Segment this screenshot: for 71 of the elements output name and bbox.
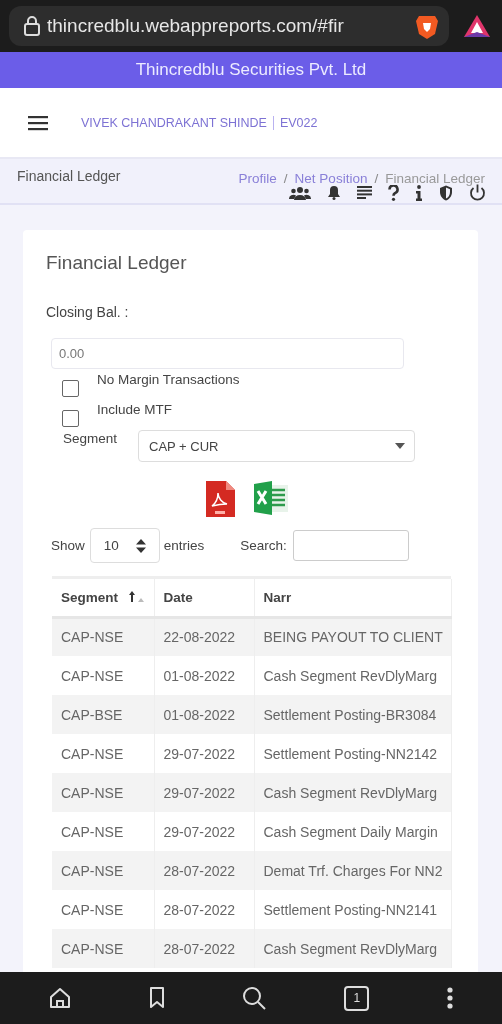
company-title: Thincredblu Securities Pvt. Ltd — [135, 60, 367, 80]
field-label: Closing Bal. : — [46, 304, 130, 320]
tab-count-button[interactable]: 1 — [344, 985, 370, 1011]
power-icon[interactable] — [469, 184, 486, 201]
table-cell: 01-08-2022 — [154, 695, 254, 734]
table-cell: 29-07-2022 — [154, 812, 254, 851]
checkbox-label: Include MTF — [97, 402, 173, 417]
show-label: Show — [51, 538, 85, 553]
checkbox-label: No Margin Transactions — [97, 372, 240, 387]
search-icon[interactable] — [242, 986, 267, 1010]
url-text: thincredblu.webappreports.com/#fir — [47, 15, 345, 37]
client-code: EV022 — [278, 115, 318, 130]
field-label: Segment — [63, 431, 119, 446]
breadcrumb-separator: / — [283, 171, 288, 186]
home-icon[interactable] — [48, 987, 71, 1009]
caret-icon — [395, 443, 405, 449]
segment-dropdown[interactable]: CAP + CUR — [138, 430, 415, 462]
page-title: Financial Ledger — [17, 168, 121, 184]
table-cell: CAP-NSE — [52, 656, 154, 695]
table-cell: CAP-NSE — [52, 851, 154, 890]
table-cell: Cash Segment RevDlyMarg — [254, 929, 451, 968]
pdf-file-icon[interactable] — [203, 480, 237, 518]
table-cell: CAP-NSE — [52, 890, 154, 929]
list-icon[interactable] — [357, 186, 372, 199]
card-title: Financial Ledger — [46, 252, 188, 274]
breadcrumb-current: Financial Ledger — [385, 171, 485, 186]
search-label: Search: — [240, 538, 287, 553]
bell-icon[interactable] — [327, 185, 341, 200]
table-cell: 28-07-2022 — [154, 929, 254, 968]
table-cell: Settlement Posting-NN2142 — [254, 734, 451, 773]
table-cell: 22-08-2022 — [154, 617, 254, 656]
more-icon[interactable] — [447, 987, 454, 1009]
help-icon[interactable] — [388, 184, 399, 201]
checkbox[interactable] — [62, 380, 79, 397]
triangle-icon[interactable] — [463, 14, 491, 38]
page-size-select[interactable]: 10 — [89, 528, 160, 563]
table-cell: Demat Trf. Charges For NN2 — [254, 851, 451, 890]
table-cell: Cash Segment RevDlyMarg — [254, 656, 451, 695]
entries-label: entries — [163, 538, 205, 553]
table-cell: CAP-NSE — [52, 617, 154, 656]
table-cell: BEING PAYOUT TO CLIENT — [254, 617, 451, 656]
shield-icon[interactable] — [439, 184, 453, 201]
spreadsheet-icon[interactable] — [253, 480, 289, 516]
table-cell: CAP-NSE — [52, 734, 154, 773]
table-cell: 01-08-2022 — [154, 656, 254, 695]
user-name: VIVEK CHANDRAKANT SHINDE — [81, 115, 274, 130]
search-field[interactable] — [292, 530, 409, 561]
table-cell: CAP-NSE — [52, 812, 154, 851]
table-cell: 29-07-2022 — [154, 773, 254, 812]
table-cell: 28-07-2022 — [154, 890, 254, 929]
table-cell: 29-07-2022 — [154, 734, 254, 773]
table-cell: 28-07-2022 — [154, 851, 254, 890]
table-cell: CAP-NSE — [52, 773, 154, 812]
table-cell: CAP-BSE — [52, 695, 154, 734]
sort-ascending-icon[interactable] — [128, 589, 144, 603]
menu-icon[interactable] — [28, 114, 48, 131]
table-cell: Cash Segment Daily Margin — [254, 812, 451, 851]
address-bar[interactable]: thincredblu.webappreports.com/#fir — [9, 6, 449, 46]
bookmark-icon[interactable] — [148, 987, 165, 1009]
breadcrumb-separator: / — [374, 171, 379, 186]
sort-arrows-icon — [135, 538, 146, 553]
table-cell: CAP-NSE — [52, 929, 154, 968]
table-cell: Settlement Posting-BR3084 — [254, 695, 451, 734]
checkbox[interactable] — [62, 410, 79, 427]
users-icon[interactable] — [289, 185, 311, 200]
table-cell: Settlement Posting-NN2141 — [254, 890, 451, 929]
table-cell: Cash Segment RevDlyMarg — [254, 773, 451, 812]
info-icon[interactable] — [415, 184, 423, 201]
shield-icon[interactable] — [415, 13, 439, 39]
lock-icon — [23, 16, 41, 36]
balance-field[interactable]: 0.00 — [51, 338, 404, 369]
